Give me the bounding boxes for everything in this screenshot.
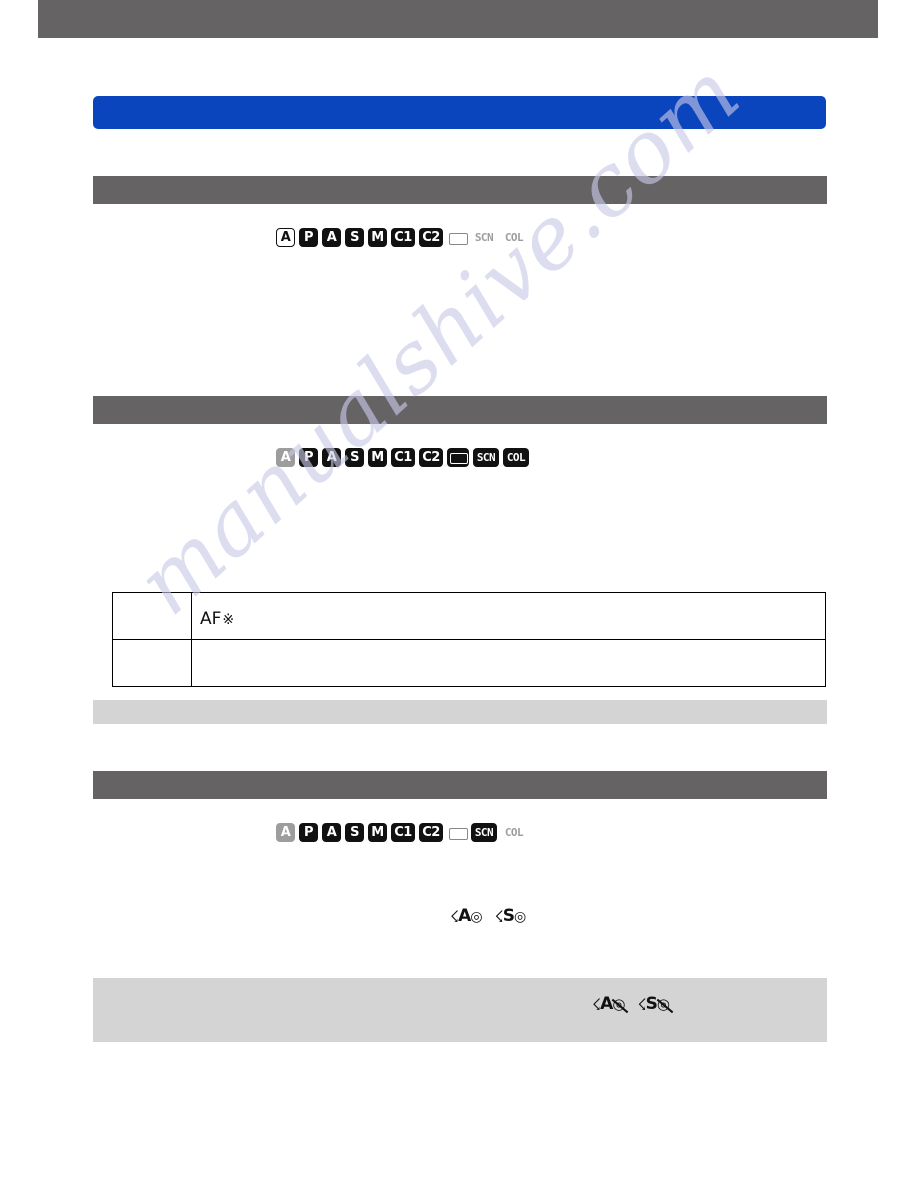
lightning-bolt-icon: ☇	[637, 994, 646, 1014]
mode-icon-custom2: C2	[419, 823, 443, 842]
mode-icon-row-2: A P A S M C1 C2 SCN COL	[276, 448, 533, 467]
flash-mode-letter: A	[600, 994, 613, 1014]
af-star-glyph: ※	[222, 611, 235, 628]
settings-table: AF ※	[112, 592, 826, 687]
mode-icon-manual: M	[368, 228, 387, 247]
flash-redeye-removal-icon-group: ☇A◎☇S◎	[592, 994, 674, 1014]
note-box	[93, 978, 827, 1042]
cell-spacer	[200, 597, 817, 611]
mode-icon-panorama	[449, 827, 468, 840]
mode-icon-panorama	[447, 448, 469, 467]
flash-mode-letter: S	[502, 906, 515, 926]
redeye-removal-icon: ◎	[656, 997, 674, 1013]
mode-icon-color: COL	[504, 231, 524, 244]
mode-icon-color: COL	[503, 448, 529, 467]
page-title-bar	[93, 96, 826, 129]
mode-icon-panorama	[449, 232, 468, 245]
mode-icon-custom1: C1	[391, 823, 415, 842]
mode-icon-scene: SCN	[473, 448, 499, 467]
mode-icon-custom2: C2	[419, 228, 443, 247]
section-heading-bar-1	[93, 176, 827, 204]
subsection-label	[93, 700, 827, 704]
section-heading-label-1	[93, 176, 827, 181]
mode-icon-custom1: C1	[391, 228, 415, 247]
section-heading-bar-2	[93, 396, 827, 424]
watermark-text: manualshive.com	[118, 42, 760, 635]
table-row	[112, 639, 826, 687]
lightning-bolt-icon: ☇	[592, 994, 601, 1014]
mode-icon-scene: SCN	[474, 231, 494, 244]
mode-icon-auto: A	[276, 823, 295, 842]
mode-icon-row-3: A P A S M C1 C2 SCN COL	[276, 823, 531, 842]
mode-icon-aperture: A	[322, 228, 341, 247]
flash-auto-redeye-removal-icon: ☇A◎	[592, 994, 629, 1014]
page-header-band	[38, 0, 878, 38]
mode-icon-custom2: C2	[419, 448, 443, 467]
mode-icon-aperture: A	[322, 823, 341, 842]
mode-icon-row-1: A P A S M C1 C2 SCN COL	[276, 228, 531, 247]
mode-icon-color: COL	[504, 826, 524, 839]
section-heading-bar-3	[93, 771, 827, 799]
flash-mode-letter: A	[458, 906, 471, 926]
af-illuminator-icon: AF ※	[200, 611, 234, 628]
mode-icon-shutter: S	[345, 228, 364, 247]
flash-slowsync-redeye-removal-icon: ☇S◎	[637, 994, 674, 1014]
section-heading-label-3	[93, 771, 827, 776]
table-cell-value: AF ※	[191, 592, 826, 640]
panorama-frame	[449, 232, 468, 245]
table-row: AF ※	[112, 592, 826, 640]
flash-mode-icon-group: ☇ A ◎ ☇ S ◎	[450, 906, 527, 926]
lightning-bolt-icon: ☇	[494, 906, 504, 926]
redeye-icon: ◎	[470, 908, 482, 925]
section-heading-label-2	[93, 396, 827, 401]
mode-icon-program: P	[299, 823, 318, 842]
mode-icon-shutter: S	[345, 823, 364, 842]
mode-icon-scene: SCN	[471, 823, 497, 842]
panorama-frame	[450, 453, 468, 464]
panorama-frame	[449, 827, 468, 840]
flash-auto-redeye-icon: ☇ A ◎	[450, 906, 483, 926]
mode-icon-manual: M	[368, 823, 387, 842]
mode-icon-program: P	[299, 228, 318, 247]
settings-table-body: AF ※	[112, 592, 826, 687]
mode-icon-custom1: C1	[391, 448, 415, 467]
flash-mode-letter: S	[645, 994, 658, 1014]
mode-icon-aperture: A	[322, 448, 341, 467]
note-box-label	[93, 978, 827, 986]
mode-icon-program: P	[299, 448, 318, 467]
subsection-bar	[93, 700, 827, 724]
flash-slowsync-redeye-icon: ☇ S ◎	[494, 906, 527, 926]
table-cell-value	[191, 639, 826, 687]
mode-icon-auto: A	[276, 228, 295, 247]
page-title-label	[93, 96, 826, 103]
af-label: AF	[200, 609, 222, 629]
redeye-icon: ◎	[513, 908, 526, 925]
table-cell-key	[112, 639, 192, 687]
strikethrough-stroke	[612, 998, 629, 1013]
table-cell-key	[112, 592, 192, 640]
redeye-removal-icon: ◎	[612, 997, 629, 1013]
mode-icon-manual: M	[368, 448, 387, 467]
mode-icon-shutter: S	[345, 448, 364, 467]
mode-icon-auto: A	[276, 448, 295, 467]
lightning-bolt-icon: ☇	[450, 906, 459, 926]
